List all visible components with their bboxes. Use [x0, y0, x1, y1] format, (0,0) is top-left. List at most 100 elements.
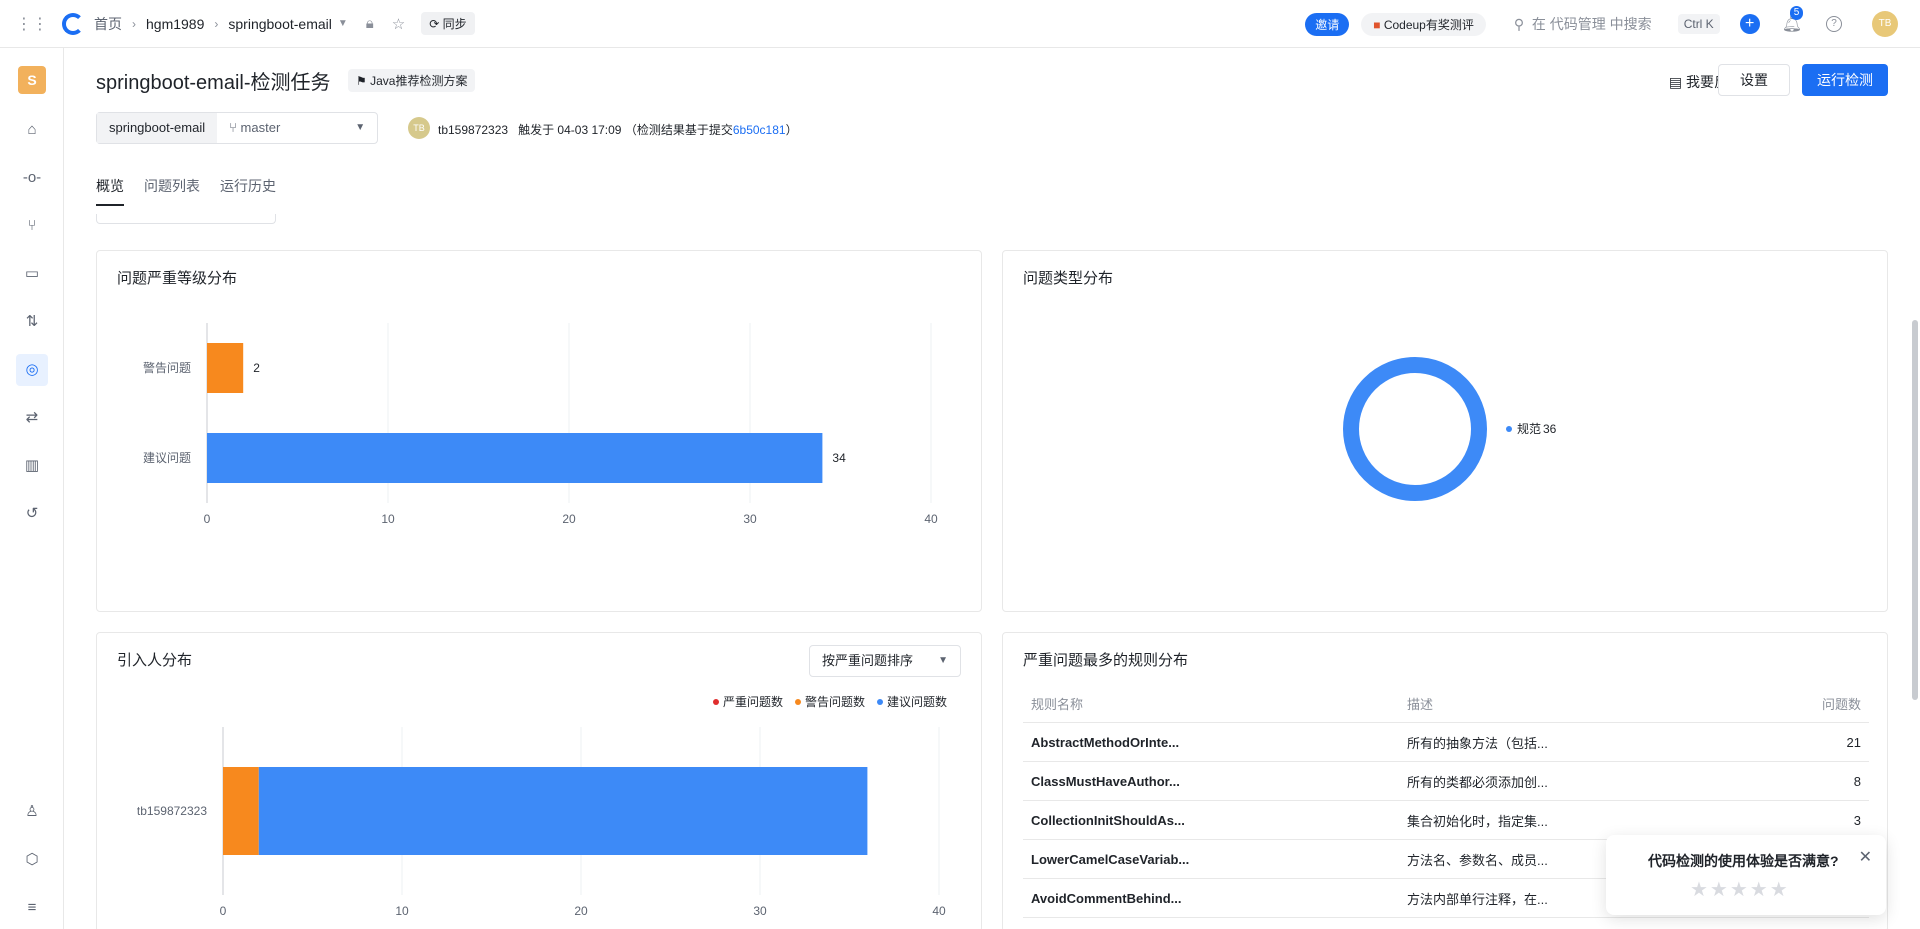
flag-icon: ⚑ [356, 74, 367, 88]
bar [207, 433, 823, 483]
bar-segment [258, 767, 868, 855]
table-header: 规则名称 描述 问题数 [1023, 685, 1869, 723]
notification-badge: 5 [1789, 6, 1804, 20]
legend-dot [1506, 426, 1512, 432]
page-title: springboot-email-检测任务 [96, 72, 331, 94]
main-content: springboot-email-检测任务 ⚑ Java推荐检测方案 ▤ 我要反… [64, 48, 1920, 929]
basis-prefix: （检测结果基于提交 [624, 123, 733, 137]
chevron-down-icon: ▼ [355, 122, 366, 133]
breadcrumb-home[interactable]: 首页 [94, 14, 122, 34]
tag-icon[interactable]: ▭ [20, 262, 44, 286]
shortcut-hint: Ctrl K [1677, 14, 1720, 34]
legend-label: 规范 [1517, 421, 1541, 436]
history-icon[interactable]: ↺ [20, 502, 44, 526]
x-tick-label: 40 [932, 904, 946, 918]
x-tick-label: 20 [562, 512, 576, 526]
y-tick-label: tb159872323 [137, 804, 207, 818]
satisfaction-popup: 代码检测的使用体验是否满意? ✕ ★★★★★ [1606, 835, 1886, 915]
breadcrumb-org[interactable]: hgm1989 [146, 16, 204, 32]
donut-slice [1343, 357, 1487, 501]
codeup-survey-label: Codeup有奖测评 [1383, 17, 1474, 32]
star-rating[interactable]: ★★★★★ [1690, 877, 1790, 902]
member-icon[interactable]: ♙ [20, 800, 44, 824]
scheme-badge[interactable]: ⚑ Java推荐检测方案 [348, 69, 476, 92]
sync-label: 同步 [442, 17, 467, 31]
codeup-logo[interactable] [62, 12, 84, 35]
scheme-label: Java推荐检测方案 [370, 74, 468, 88]
run-scan-button[interactable]: 运行检测 [1802, 64, 1888, 96]
tab-bar: 概览 问题列表 运行历史 [96, 176, 296, 206]
tab-history[interactable]: 运行历史 [220, 176, 276, 206]
branch-select[interactable]: ⑂ master ▼ [217, 113, 377, 143]
run-meta: tb159872323 触发于 04-03 17:09 （检测结果基于提交6b5… [438, 121, 798, 138]
app-grid-icon[interactable]: ⋮⋮ [16, 8, 48, 40]
comment-icon: ▤ [1668, 74, 1683, 90]
breadcrumb-repo[interactable]: springboot-email [228, 16, 332, 32]
branch-icon: ⑂ [229, 120, 237, 135]
rule-count: 3 [1853, 812, 1861, 828]
legend-value: 36 [1543, 422, 1557, 436]
header-rule-name: 规则名称 [1031, 697, 1084, 712]
sidebar: S ⌂ -o- ⑂ ▭ ⇅ ◎ ⇄ ▥ ↺ ♙ ⬡ ≡ [0, 48, 64, 929]
repo-branch-selector[interactable]: springboot-email ⑂ master ▼ [96, 112, 379, 144]
x-tick-label: 10 [381, 512, 395, 526]
header-desc: 描述 [1407, 697, 1434, 712]
invite-button[interactable]: 邀请 [1305, 12, 1350, 36]
star-icon[interactable]: ☆ [392, 15, 405, 33]
bell-icon[interactable]: 🔔︎ 5 [1782, 6, 1804, 34]
commit-icon[interactable]: -o- [20, 166, 44, 190]
user-avatar[interactable]: TB [1872, 11, 1898, 37]
severity-chart: 0 10 20 30 40 警告问题 2 建议问题 34 [143, 323, 938, 526]
rule-count: 21 [1846, 734, 1861, 750]
introducer-chart: 0 10 20 30 40 tb159872323 [137, 727, 946, 918]
type-card: 问题类型分布 规范 36 [1002, 250, 1888, 612]
rule-count: 8 [1853, 773, 1861, 789]
author-avatar: TB [408, 117, 430, 139]
y-tick-label: 警告问题 [143, 360, 191, 375]
repo-name: springboot-email [97, 113, 218, 143]
help-icon[interactable]: ? [1826, 16, 1842, 32]
data-label: 34 [832, 451, 846, 465]
sync-button[interactable]: ⟳ 同步 [421, 12, 475, 35]
breadcrumb-separator-icon: › [132, 16, 136, 31]
rule-name[interactable]: AbstractMethodOrInte... [1023, 735, 1407, 750]
tab-overview[interactable]: 概览 [96, 176, 124, 206]
rule-name[interactable]: ClassMustHaveAuthor... [1023, 774, 1407, 789]
create-icon[interactable]: + [1739, 14, 1760, 34]
tab-issues[interactable]: 问题列表 [144, 176, 200, 206]
trigger-time: 触发于 04-03 17:09 [518, 123, 622, 137]
settings-button[interactable]: 设置 [1718, 64, 1790, 96]
rule-desc: 集合初始化时，指定集... [1407, 813, 1548, 829]
project-avatar[interactable]: S [18, 66, 46, 94]
author-name: tb159872323 [438, 123, 509, 137]
breadcrumb-separator-icon: › [214, 16, 219, 31]
table-row[interactable]: AbstractMethodOrInte... 所有的抽象方法（包括... 21 [1023, 723, 1869, 762]
rule-name[interactable]: AvoidCommentBehind... [1023, 891, 1407, 906]
pipeline-icon[interactable]: ⇄ [20, 406, 44, 430]
branch-icon[interactable]: ⑂ [20, 214, 44, 238]
commit-link[interactable]: 6b50c181 [733, 123, 786, 137]
rule-name[interactable]: CollectionInitShouldAs... [1023, 813, 1407, 828]
chevron-down-icon[interactable]: ▼ [338, 18, 348, 29]
y-tick-label: 建议问题 [143, 451, 191, 465]
chart-icon[interactable]: ▥ [20, 454, 44, 478]
table-row[interactable]: ClassMustHaveAuthor... 所有的类都必须添加创... 8 [1023, 762, 1869, 801]
branch-name: master [240, 120, 281, 135]
x-tick-label: 0 [220, 904, 227, 918]
merge-request-icon[interactable]: ⇅ [20, 310, 44, 334]
collapse-icon[interactable]: ≡ [20, 896, 44, 920]
close-icon[interactable]: ✕ [1859, 847, 1872, 867]
page-scrollbar[interactable] [1912, 320, 1918, 700]
gift-icon: ■ [1373, 17, 1381, 32]
global-search[interactable]: ⚲ 在 代码管理 中搜索 [1514, 14, 1652, 34]
rule-name[interactable]: LowerCamelCaseVariab... [1023, 852, 1407, 867]
x-tick-label: 20 [574, 904, 588, 918]
code-scan-icon[interactable]: ◎ [16, 354, 48, 386]
header-count: 问题数 [1821, 697, 1861, 712]
x-tick-label: 10 [395, 904, 409, 918]
segmented-control[interactable] [96, 214, 276, 224]
home-icon[interactable]: ⌂ [20, 118, 44, 142]
lock-icon[interactable]: 🔒︎ [366, 15, 374, 32]
codeup-survey-button[interactable]: ■ Codeup有奖测评 [1361, 12, 1486, 36]
settings-icon[interactable]: ⬡ [20, 848, 44, 872]
